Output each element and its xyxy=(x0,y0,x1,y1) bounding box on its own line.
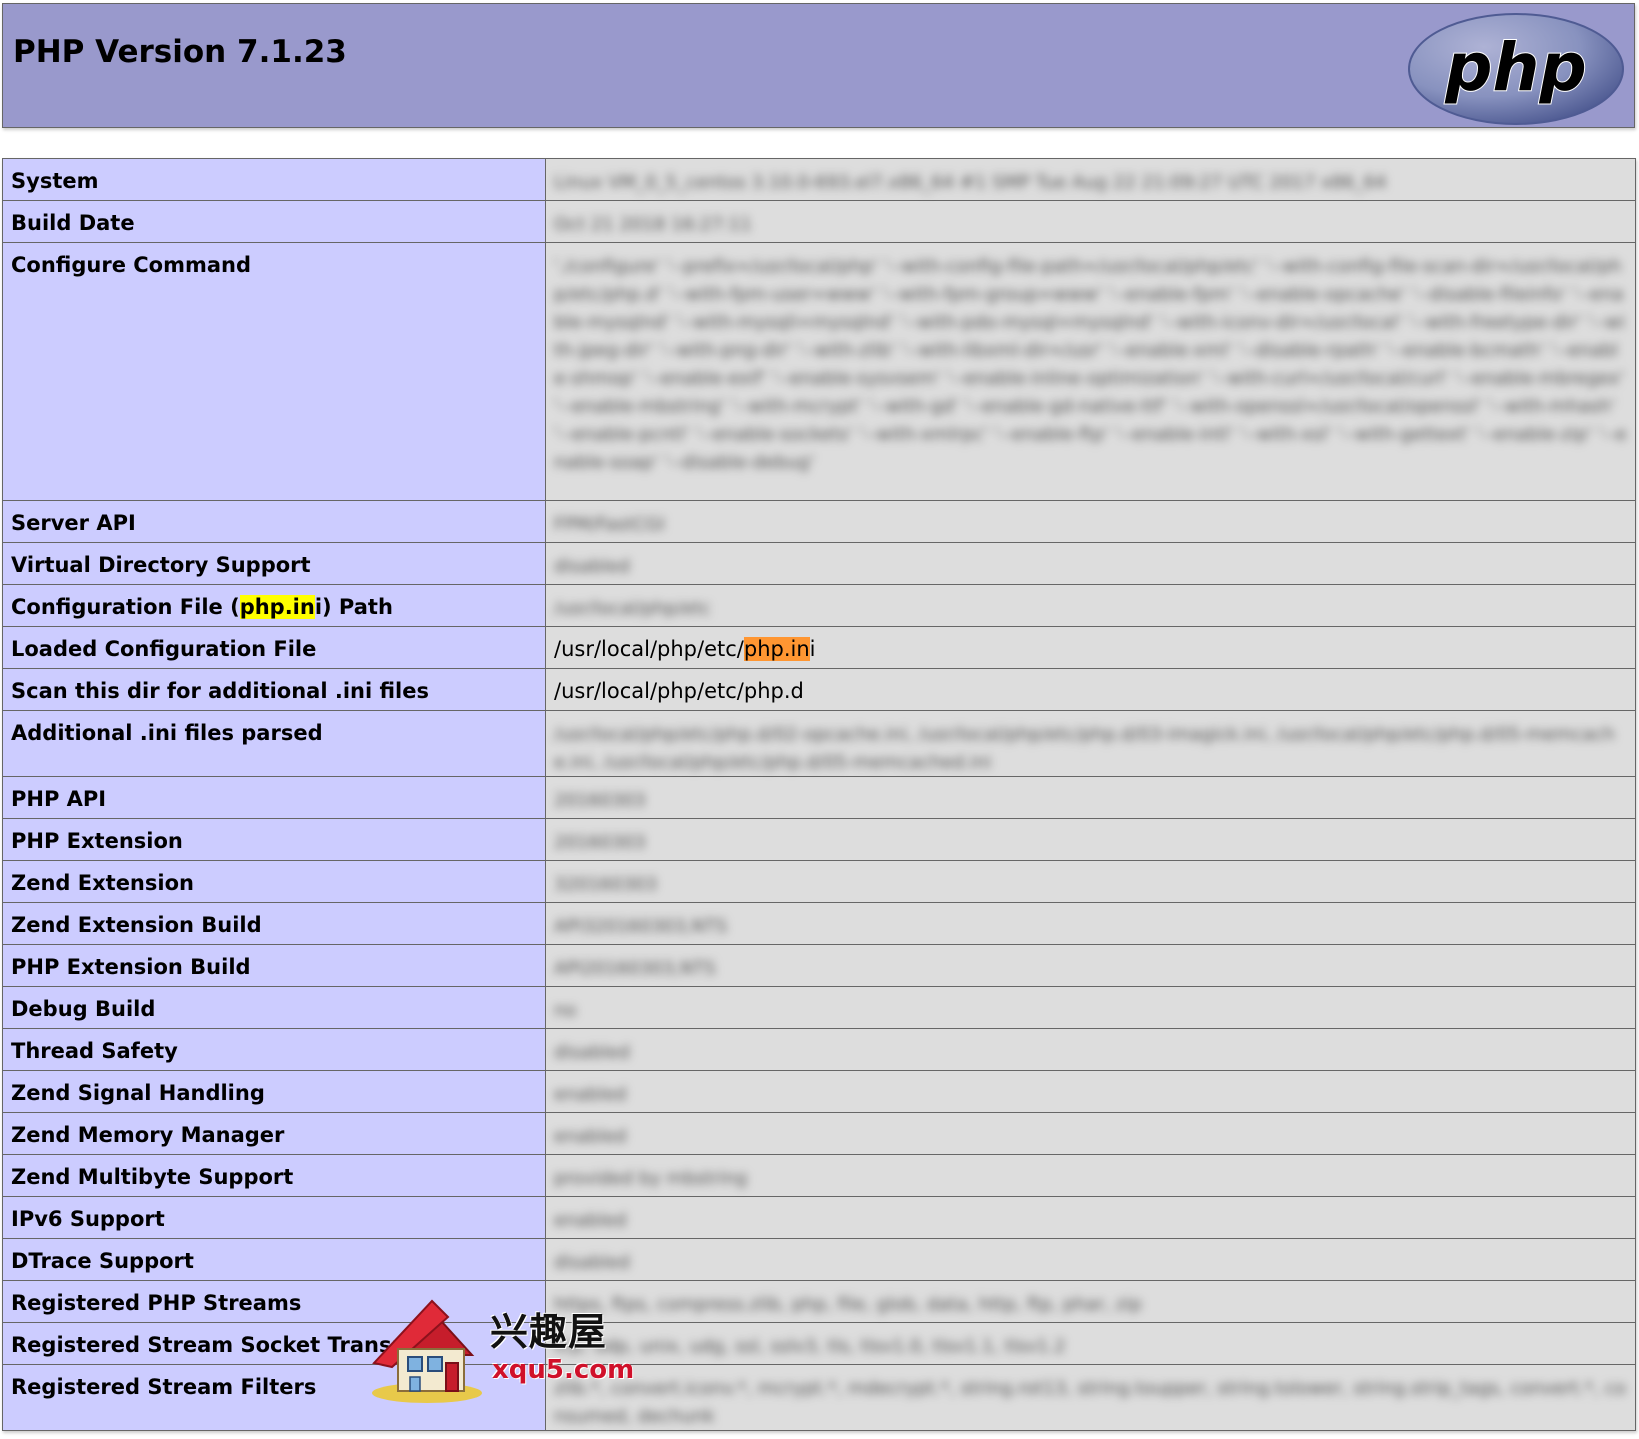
table-row: Registered Stream Filters zlib.*, conver… xyxy=(2,1364,1636,1431)
php-logo-text: php xyxy=(1444,29,1586,106)
table-row: System Linux VM_0_5_centos 3.10.0-693.el… xyxy=(2,158,1636,201)
row-value: /usr/local/php/etc/php.ini xyxy=(545,626,1636,669)
row-label: Zend Signal Handling xyxy=(2,1070,546,1113)
row-label: Build Date xyxy=(2,200,546,243)
row-label: Configuration File (php.ini) Path xyxy=(2,584,546,627)
table-row: Configuration File (php.ini) Path /usr/l… xyxy=(2,584,1636,627)
row-label: Thread Safety xyxy=(2,1028,546,1071)
table-row: Zend Extension Build API320160303,NTS xyxy=(2,902,1636,945)
table-row: Virtual Directory Support disabled xyxy=(2,542,1636,585)
row-value: 20160303 xyxy=(545,776,1636,819)
row-value: 320160303 xyxy=(545,860,1636,903)
php-logo: php xyxy=(1408,13,1624,125)
row-label: Debug Build xyxy=(2,986,546,1029)
row-label: Configure Command xyxy=(2,242,546,501)
row-value: tcp, udp, unix, udg, ssl, sslv3, tls, tl… xyxy=(545,1322,1636,1365)
row-value: Linux VM_0_5_centos 3.10.0-693.el7.x86_6… xyxy=(545,158,1636,201)
row-value: enabled xyxy=(545,1070,1636,1113)
row-value: provided by mbstring xyxy=(545,1154,1636,1197)
table-row: Scan this dir for additional .ini files … xyxy=(2,668,1636,711)
row-value: FPM/FastCGI xyxy=(545,500,1636,543)
row-label: PHP API xyxy=(2,776,546,819)
row-label: Loaded Configuration File xyxy=(2,626,546,669)
table-row: Configure Command './configure' '--prefi… xyxy=(2,242,1636,501)
row-value: './configure' '--prefix=/usr/local/php' … xyxy=(545,242,1636,501)
row-label: PHP Extension xyxy=(2,818,546,861)
row-label: Zend Memory Manager xyxy=(2,1112,546,1155)
row-label: Additional .ini files parsed xyxy=(2,710,546,777)
table-row: Registered PHP Streams https, ftps, comp… xyxy=(2,1280,1636,1323)
row-label: DTrace Support xyxy=(2,1238,546,1281)
row-value: API20160303,NTS xyxy=(545,944,1636,987)
row-value: no xyxy=(545,986,1636,1029)
row-value: API320160303,NTS xyxy=(545,902,1636,945)
row-value: disabled xyxy=(545,542,1636,585)
table-row: Registered Stream Socket Transports tcp,… xyxy=(2,1322,1636,1365)
table-row: Server API FPM/FastCGI xyxy=(2,500,1636,543)
php-header: PHP Version 7.1.23 php xyxy=(2,3,1635,128)
row-label: IPv6 Support xyxy=(2,1196,546,1239)
row-value: zlib.*, convert.iconv.*, mcrypt.*, mdecr… xyxy=(545,1364,1636,1431)
search-highlight: php.in xyxy=(239,595,315,619)
row-value: disabled xyxy=(545,1028,1636,1071)
row-label: Virtual Directory Support xyxy=(2,542,546,585)
table-row: Zend Extension 320160303 xyxy=(2,860,1636,903)
row-value: enabled xyxy=(545,1112,1636,1155)
watermark-cn: 兴趣屋 xyxy=(490,1310,608,1354)
table-row: PHP Extension Build API20160303,NTS xyxy=(2,944,1636,987)
page-title: PHP Version 7.1.23 xyxy=(13,34,347,70)
table-row: Zend Multibyte Support provided by mbstr… xyxy=(2,1154,1636,1197)
row-value: 20160303 xyxy=(545,818,1636,861)
site-watermark: 兴趣屋 xqu5.com xyxy=(372,1297,634,1407)
table-row: DTrace Support disabled xyxy=(2,1238,1636,1281)
row-label: Zend Extension xyxy=(2,860,546,903)
house-icon xyxy=(372,1299,482,1403)
table-row: Debug Build no xyxy=(2,986,1636,1029)
info-table: System Linux VM_0_5_centos 3.10.0-693.el… xyxy=(2,158,1636,1431)
row-label: Server API xyxy=(2,500,546,543)
table-row: Build Date Oct 21 2018 16:27:11 xyxy=(2,200,1636,243)
search-highlight-current: php.in xyxy=(743,637,810,661)
table-row: Loaded Configuration File /usr/local/php… xyxy=(2,626,1636,669)
table-row: Additional .ini files parsed /usr/local/… xyxy=(2,710,1636,777)
table-row: PHP Extension 20160303 xyxy=(2,818,1636,861)
watermark-en: xqu5.com xyxy=(492,1355,635,1385)
row-label: PHP Extension Build xyxy=(2,944,546,987)
row-value: /usr/local/php/etc/php.d xyxy=(545,668,1636,711)
table-row: PHP API 20160303 xyxy=(2,776,1636,819)
table-row: Zend Signal Handling enabled xyxy=(2,1070,1636,1113)
row-label: System xyxy=(2,158,546,201)
row-label: Zend Extension Build xyxy=(2,902,546,945)
table-row: IPv6 Support enabled xyxy=(2,1196,1636,1239)
table-row: Thread Safety disabled xyxy=(2,1028,1636,1071)
row-value: /usr/local/php/etc xyxy=(545,584,1636,627)
row-label: Zend Multibyte Support xyxy=(2,1154,546,1197)
row-value: Oct 21 2018 16:27:11 xyxy=(545,200,1636,243)
row-value: /usr/local/php/etc/php.d/02-opcache.ini,… xyxy=(545,710,1636,777)
row-value: disabled xyxy=(545,1238,1636,1281)
row-value: https, ftps, compress.zlib, php, file, g… xyxy=(545,1280,1636,1323)
row-value: enabled xyxy=(545,1196,1636,1239)
table-row: Zend Memory Manager enabled xyxy=(2,1112,1636,1155)
row-label: Scan this dir for additional .ini files xyxy=(2,668,546,711)
